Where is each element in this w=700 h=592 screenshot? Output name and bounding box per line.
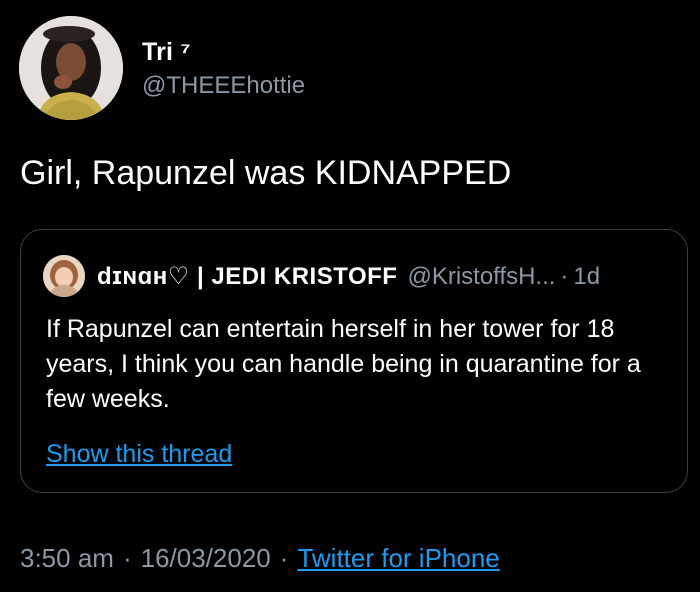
quoted-author-handle[interactable]: @KristoffsH... — [407, 263, 555, 291]
quoted-author-display-name[interactable]: dɪɴɑʜ♡ | JEDI KRISTOFF — [97, 262, 397, 291]
tweet-time[interactable]: 3:50 am — [20, 543, 114, 574]
profile-photo-icon — [19, 16, 123, 120]
tweet-text: Girl, Rapunzel was KIDNAPPED — [20, 154, 512, 192]
quoted-tweet-header: dɪɴɑʜ♡ | JEDI KRISTOFF @KristoffsH... · … — [97, 262, 600, 291]
author-avatar[interactable] — [19, 16, 123, 120]
quoted-author-avatar[interactable] — [43, 255, 85, 297]
quoted-tweet-text: If Rapunzel can entertain herself in her… — [46, 315, 641, 413]
quoted-tweet[interactable]: dɪɴɑʜ♡ | JEDI KRISTOFF @KristoffsH... · … — [20, 229, 688, 493]
tweet: Tri ⁷ @THEEEhottie Girl, Rapunzel was KI… — [0, 0, 700, 592]
separator-dot: · — [122, 543, 132, 573]
author-display-name[interactable]: Tri ⁷ — [142, 38, 191, 67]
show-thread-link[interactable]: Show this thread — [46, 440, 232, 469]
tweet-meta: 3:50 am · 16/03/2020 · Twitter for iPhon… — [20, 543, 500, 574]
profile-photo-icon — [43, 255, 85, 297]
quoted-tweet-time[interactable]: 1d — [573, 263, 600, 291]
tweet-source-link[interactable]: Twitter for iPhone — [297, 543, 499, 574]
author-handle[interactable]: @THEEEhottie — [142, 72, 305, 100]
separator-dot: · — [560, 263, 569, 290]
tweet-date[interactable]: 16/03/2020 — [141, 543, 271, 574]
separator-dot: · — [279, 543, 289, 573]
